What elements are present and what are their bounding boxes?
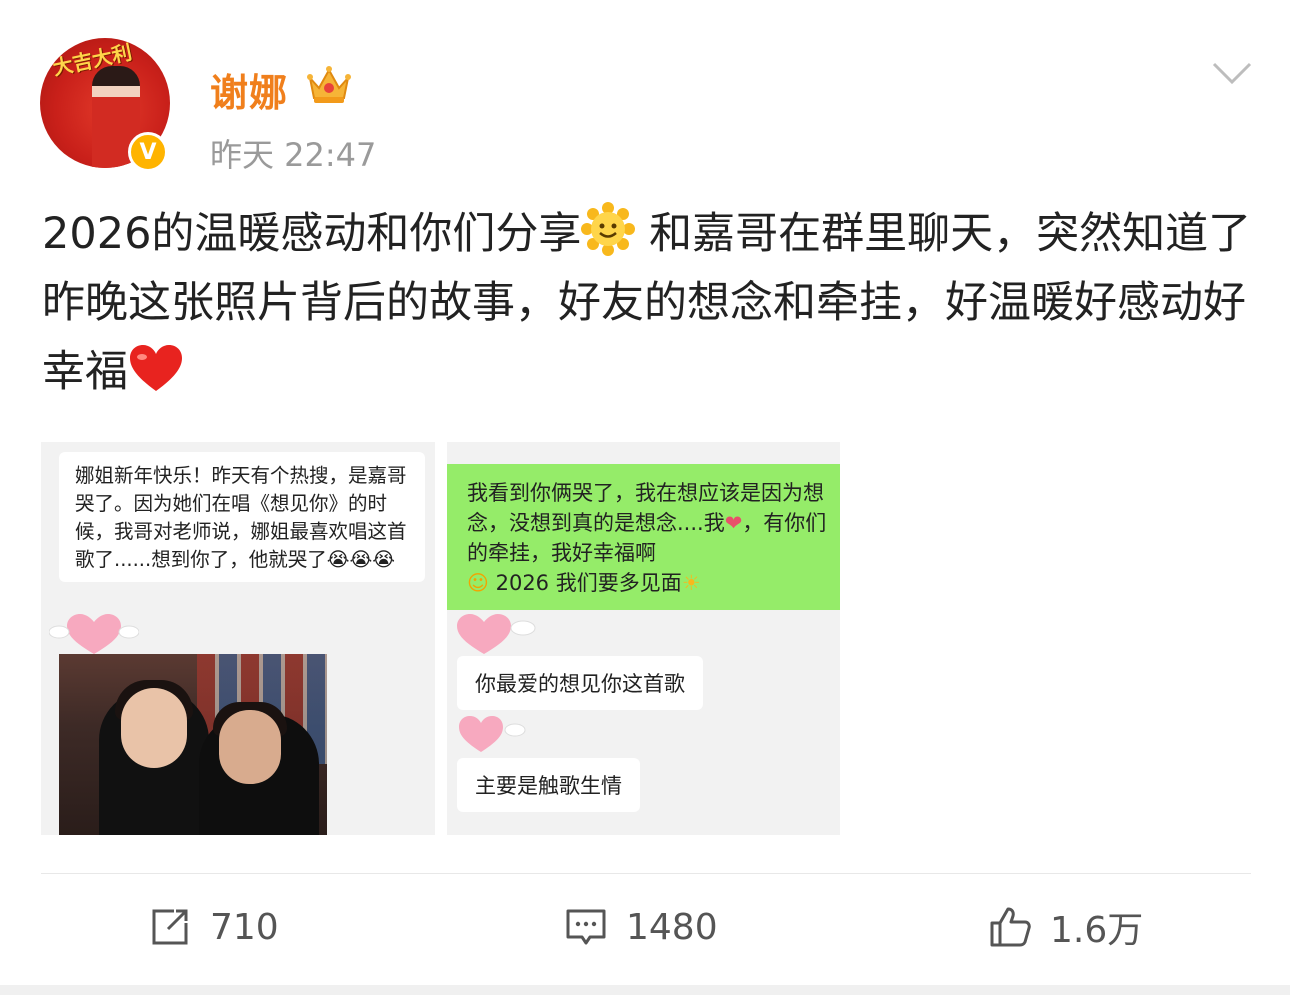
crying-emoji: 😭😭😭	[326, 548, 396, 571]
post-image-1[interactable]: 娜姐新年快乐！昨天有个热搜，是嘉哥哭了。因为她们在唱《想见你》的时候，我哥对老师…	[41, 442, 435, 835]
scene-face	[219, 710, 281, 784]
avatar[interactable]: 大吉大利 V	[40, 38, 170, 172]
scene-face	[121, 688, 187, 768]
blush-emoji-icon: ☺	[467, 571, 489, 595]
comment-icon	[566, 909, 606, 945]
crown-icon	[307, 66, 351, 103]
thumbs-up-icon	[990, 907, 1031, 947]
pink-heart-sticker-icon	[457, 614, 536, 654]
chat-reply-bubble: 你最爱的想见你这首歌	[457, 656, 703, 710]
username[interactable]: 谢娜	[210, 62, 288, 117]
chat-bubble-green: 我看到你俩哭了，我在想应该是因为想念，没想到真的是想念....我❤，有你们的牵挂…	[447, 464, 840, 610]
chevron-down-icon[interactable]	[1210, 58, 1254, 88]
divider	[41, 873, 1251, 874]
bottom-separator	[0, 985, 1290, 995]
like-count: 1.6万	[1050, 910, 1144, 951]
post-image-2[interactable]: 我看到你俩哭了，我在想应该是因为想念，没想到真的是想念....我❤，有你们的牵挂…	[447, 442, 840, 835]
post-text: 2026的温暖感动和你们分享 和嘉哥在群里聊天，突然知道了昨晚这张照片背后的故事…	[42, 200, 1252, 407]
smiling-sun-emoji	[581, 202, 636, 256]
post-timestamp: 昨天 22:47	[210, 136, 377, 174]
share-icon	[152, 909, 188, 945]
chat-text: 2026 我们要多见面	[495, 571, 682, 595]
heart-emoji-icon: ❤	[724, 511, 743, 535]
comment-button[interactable]: 1480	[564, 900, 718, 954]
chat-bubble: 娜姐新年快乐！昨天有个热搜，是嘉哥哭了。因为她们在唱《想见你》的时候，我哥对老师…	[59, 452, 425, 582]
repost-count: 710	[210, 906, 279, 948]
pink-heart-sticker-icon	[459, 716, 526, 752]
sun-emoji-icon: ☀	[681, 571, 701, 595]
photo-two-men-embracing	[59, 654, 327, 835]
comment-count: 1480	[626, 906, 718, 948]
verified-v-icon: V	[128, 132, 168, 172]
red-heart-emoji	[130, 345, 182, 391]
post-text-part1: 2026的温暖感动和你们分享	[42, 209, 582, 259]
like-button[interactable]: 1.6万	[988, 900, 1143, 954]
pink-heart-sticker-icon	[49, 614, 139, 654]
repost-button[interactable]: 710	[148, 900, 279, 954]
weibo-post: 大吉大利 V 谢娜 昨天 22:47 2026的温暖感动和你们分享 和嘉哥在群里…	[0, 0, 1290, 995]
chat-reply-bubble: 主要是触歌生情	[457, 758, 640, 812]
